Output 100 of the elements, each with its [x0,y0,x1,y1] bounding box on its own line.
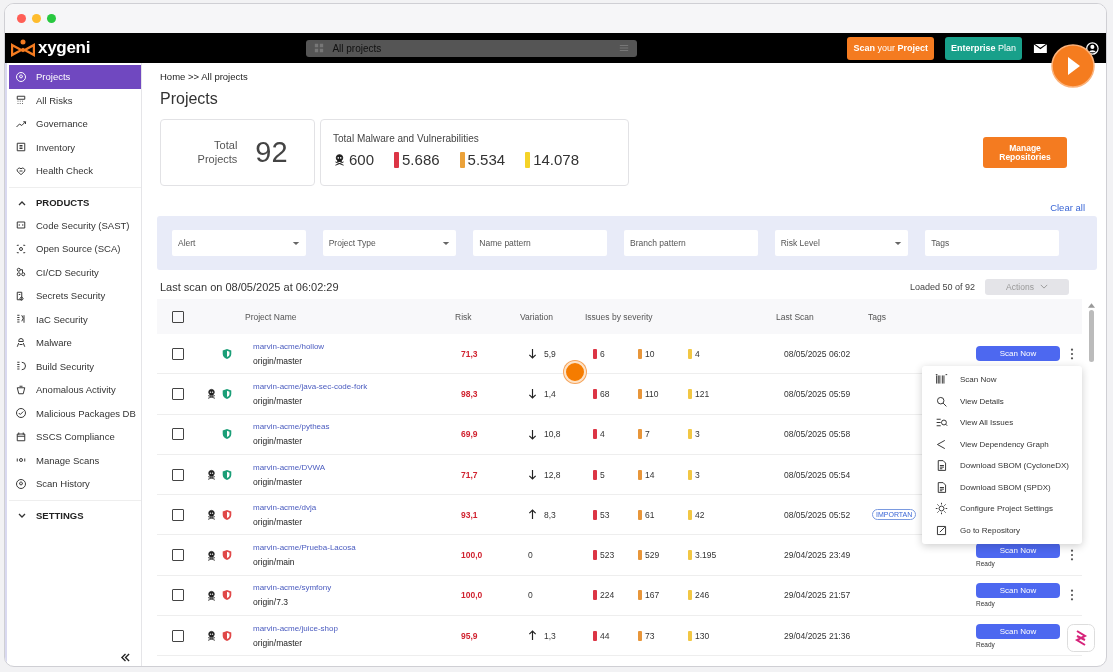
risk-score: 95,9 [460,630,479,641]
loaded-count: Loaded 50 of 92 [909,281,975,292]
play-button[interactable] [1051,44,1095,88]
issue-count: 4 [600,429,605,440]
menu-item[interactable]: Scan Now [922,369,1082,391]
column-header: Issues by severity [585,311,654,322]
variation-value: 0 [528,590,533,601]
grid-icon [314,43,325,53]
menu-item[interactable]: View Dependency Graph [922,433,1082,455]
branch-text: origin/master [253,436,303,447]
logo-icon [11,39,35,57]
sidebar-item[interactable]: Anomalous Activity [9,378,141,402]
filter-input[interactable]: Name pattern [473,230,607,256]
sidebar-item[interactable]: Malicious Packages DB [9,401,141,425]
project-link[interactable]: marvin-acme/java-sec-code-fork [253,381,368,391]
scroll-up-icon[interactable] [1087,303,1095,308]
variation-value: 1,3 [544,630,556,641]
risk-score: 93,1 [460,509,479,520]
last-scan-date: 29/04/2025 21:36 [783,630,852,641]
row-checkbox[interactable] [172,428,184,441]
filter-dropdown[interactable]: Project Type [322,230,457,256]
sidebar-item[interactable]: All Risks [9,88,141,112]
nav-icon [15,94,27,107]
menu-item-icon [935,502,948,516]
sidebar-item[interactable]: Build Security [9,354,141,378]
row-checkbox[interactable] [172,549,184,562]
sidebar-item[interactable]: Projects [9,65,141,89]
row-checkbox[interactable] [172,589,184,602]
menu-item-icon [935,437,948,451]
issue-count: 7 [645,429,650,440]
project-link[interactable]: marvin-acme/dvja [253,502,317,512]
project-link[interactable]: marvin-acme/symfony [253,583,332,593]
sidebar-item[interactable]: CI/CD Security [9,260,141,284]
row-checkbox[interactable] [172,347,184,360]
project-link[interactable]: marvin-acme/juice-shop [253,623,338,633]
risk-score: 100,0 [460,590,484,601]
menu-item[interactable]: Configure Project Settings [922,498,1082,520]
nav-icon [15,313,27,326]
sidebar-section-header[interactable]: PRODUCTS [9,191,141,214]
sidebar-item[interactable]: Code Security (SAST) [9,213,141,237]
row-checkbox[interactable] [172,468,184,481]
risk-score: 69,9 [460,429,479,440]
sidebar-item[interactable]: Scan History [9,472,141,496]
sidebar-item[interactable]: Secrets Security [9,284,141,308]
menu-item[interactable]: Download SBOM (CycloneDX) [922,455,1082,477]
issue-count: 3 [695,469,700,480]
menu-item[interactable]: View Details [922,390,1082,412]
card-label: Total Malware and Vulnerabilities [333,133,480,144]
issue-count: 44 [600,630,610,641]
sidebar-item[interactable]: Inventory [9,135,141,159]
scan-now-button[interactable]: Scan Now [976,623,1060,639]
branch-text: origin/master [253,476,303,487]
row-checkbox[interactable] [172,629,184,642]
sidebar-section-header[interactable]: SETTINGS [9,504,141,527]
sidebar-item[interactable]: Governance [9,112,141,136]
project-link[interactable]: marvin-acme/DVWA [253,462,326,472]
filter-dropdown[interactable]: Alert [172,230,306,256]
risk-score: 98,3 [460,388,479,399]
select-all-checkbox[interactable] [172,310,184,323]
risk-score: 100,0 [460,550,484,561]
sidebar-item[interactable]: SSCS Compliance [9,425,141,449]
severity-count: 14.078 [533,151,579,168]
nav-icon [15,407,27,420]
sidebar-item[interactable]: IaC Security [9,307,141,331]
filter-input[interactable]: Tags [925,230,1060,256]
sidebar-item[interactable]: Health Check [9,159,141,183]
severity-count: 5.686 [402,151,440,168]
sidebar-item[interactable]: Malware [9,331,141,355]
sidebar-item[interactable]: Manage Scans [9,448,141,472]
scan-now-button[interactable]: Scan Now [976,583,1060,599]
last-scan-date: 08/05/2025 05:52 [783,509,852,520]
more-options-icon[interactable] [1070,347,1074,360]
menu-item[interactable]: Download SBOM (SPDX) [922,476,1082,498]
risk-score: 71,3 [460,348,479,359]
mail-icon[interactable] [1033,41,1048,55]
assistant-icon[interactable] [1067,624,1095,652]
close-window-button[interactable] [17,14,26,23]
filter-dropdown[interactable]: Risk Level [774,230,909,256]
issue-count: 68 [600,388,610,399]
menu-item[interactable]: View All Issues [922,412,1082,434]
more-options-icon[interactable] [1070,549,1074,562]
row-checkbox[interactable] [172,387,184,400]
scan-now-button[interactable]: Scan Now [976,346,1060,362]
last-scan-date: 08/05/2025 06:02 [783,348,852,359]
issue-count: 53 [600,509,610,520]
nav-icon [15,336,27,349]
clear-all-link[interactable]: Clear all [1050,202,1085,213]
project-link[interactable]: marvin-acme/Prueba-Lacosa [253,543,356,553]
menu-item[interactable]: Go to Repository [922,519,1082,541]
sidebar-item[interactable]: Open Source (SCA) [9,237,141,261]
issue-count: 10 [645,348,655,359]
filter-input[interactable]: Branch pattern [624,230,758,256]
project-link[interactable]: marvin-acme/pytheas [253,422,330,432]
row-checkbox[interactable] [172,508,184,521]
issue-count: 6 [600,348,605,359]
branch-text: origin/master [253,516,303,527]
collapse-sidebar-icon[interactable] [120,653,131,662]
project-link[interactable]: marvin-acme/hollow [253,341,325,351]
user-icon[interactable] [1085,41,1100,55]
more-options-icon[interactable] [1070,589,1074,602]
